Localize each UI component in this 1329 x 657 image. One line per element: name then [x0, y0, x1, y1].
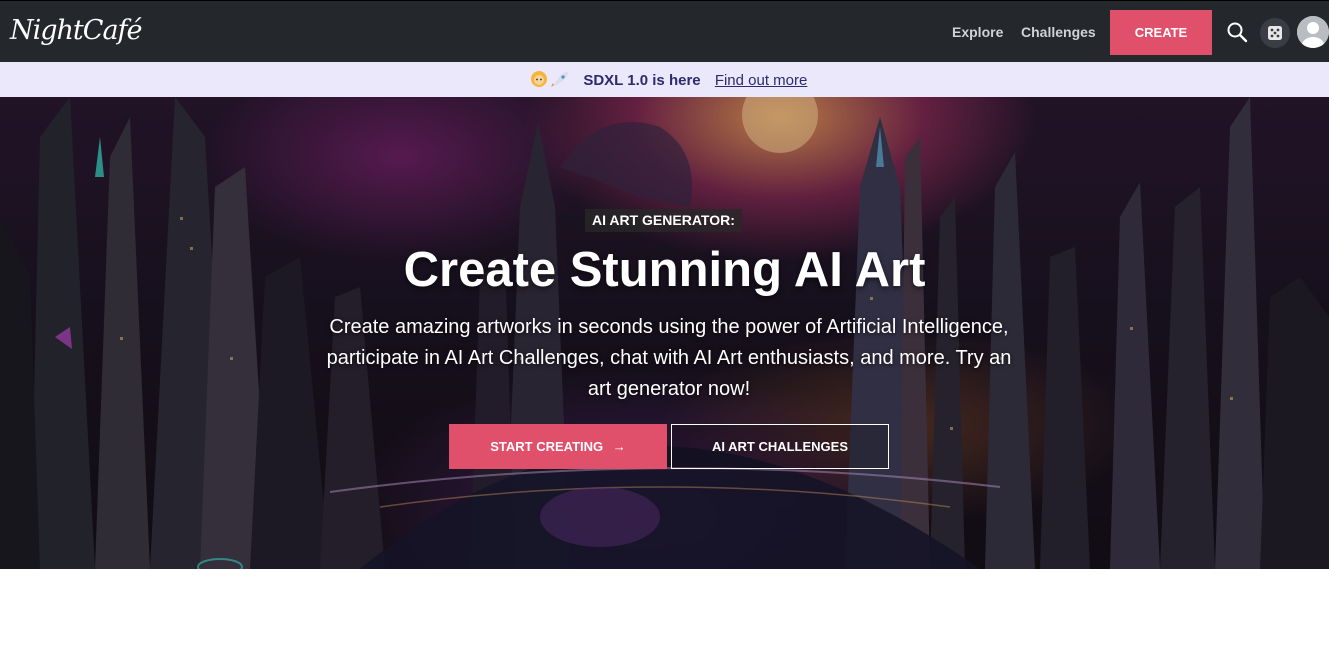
hero-title: Create Stunning AI Art — [403, 243, 926, 297]
astronaut-rocket-icon — [530, 70, 568, 88]
banner-headline: SDXL 1.0 is here — [583, 72, 701, 89]
arrow-right-icon: → — [612, 439, 626, 454]
announcement-banner: SDXL 1.0 is here Find out more — [0, 62, 1329, 97]
ai-art-challenges-button[interactable]: AI ART CHALLENGES — [671, 424, 889, 469]
search-icon[interactable] — [1226, 21, 1248, 43]
nav-link-challenges[interactable]: Challenges — [1021, 24, 1096, 40]
create-button[interactable]: CREATE — [1110, 10, 1212, 55]
hero-subtitle: Create amazing artworks in seconds using… — [326, 316, 1012, 400]
nightcafe-logo[interactable]: NightCafé — [10, 15, 143, 46]
banner-content: SDXL 1.0 is here Find out more — [530, 70, 807, 89]
start-creating-button[interactable]: START CREATING → — [449, 424, 667, 469]
banner-find-out-more-link[interactable]: Find out more — [715, 72, 808, 89]
dice-icon[interactable] — [1260, 18, 1290, 48]
hero-section: AI ART GENERATOR: Create Stunning AI Art… — [0, 97, 1329, 569]
start-creating-label: START CREATING — [490, 439, 604, 454]
user-avatar-icon[interactable] — [1297, 16, 1329, 48]
hero-eyebrow-label: AI ART GENERATOR: — [585, 209, 742, 232]
nav-link-explore[interactable]: Explore — [952, 24, 1003, 40]
top-navbar: NightCafé Explore Challenges CREATE — [0, 0, 1329, 62]
